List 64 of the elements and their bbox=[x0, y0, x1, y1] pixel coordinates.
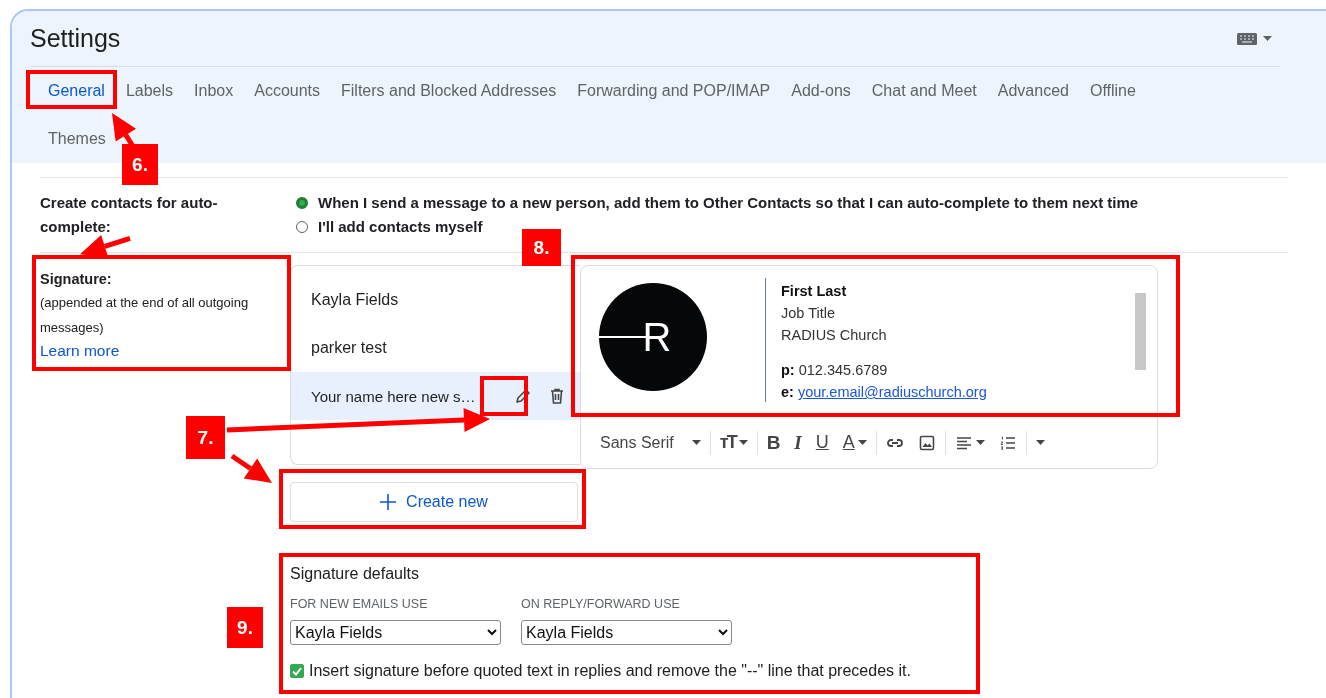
setting-label: Create contacts for auto-complete: bbox=[40, 193, 219, 237]
italic-button[interactable]: I bbox=[787, 424, 809, 461]
keyboard-icon[interactable] bbox=[1237, 32, 1257, 45]
settings-tab[interactable]: Forwarding and POP/IMAP bbox=[567, 67, 781, 115]
window-title: Settings bbox=[30, 24, 122, 53]
email-link[interactable]: your.email@radiuschurch.org bbox=[797, 384, 987, 400]
signature-editor[interactable]: R First Last Job Title RADIUS Church p: 012.345.6789 e: your.email@radiuschurch.org Sans Serif тT B I U A bbox=[580, 265, 1158, 469]
signature-select[interactable]: Kayla Fields bbox=[290, 620, 501, 645]
caret-icon bbox=[1035, 440, 1045, 445]
step-label: 8. bbox=[522, 229, 561, 266]
arrow bbox=[80, 234, 131, 258]
settings-tab[interactable]: Labels bbox=[115, 67, 184, 115]
settings-tab[interactable]: Inbox bbox=[184, 67, 244, 115]
radio-button[interactable] bbox=[296, 221, 308, 233]
organization-name: RADIUS Church bbox=[781, 326, 888, 345]
step-label: 6. bbox=[122, 144, 158, 185]
trash-icon[interactable] bbox=[548, 387, 566, 405]
signature-item[interactable]: Kayla Fields bbox=[291, 276, 580, 324]
text-color-button[interactable]: A bbox=[835, 424, 874, 461]
logo: R bbox=[599, 283, 707, 391]
learn-more-link[interactable]: Learn more bbox=[40, 340, 120, 362]
setting-label: Signature: bbox=[40, 270, 113, 289]
caret-icon bbox=[857, 440, 867, 445]
settings-tab[interactable]: Themes bbox=[38, 115, 116, 163]
settings-tab[interactable]: Advanced bbox=[987, 67, 1079, 115]
caret-icon bbox=[975, 440, 985, 445]
checkbox-label: Insert signature before quoted text in replies and remove the "--" line that precedes it. bbox=[309, 662, 911, 680]
caret-icon bbox=[691, 440, 701, 445]
scrollbar[interactable] bbox=[1135, 293, 1146, 370]
settings-tab[interactable]: Add-ons bbox=[781, 67, 861, 115]
settings-tab[interactable]: Accounts bbox=[244, 67, 331, 115]
checkbox[interactable] bbox=[290, 664, 304, 678]
setting-note: (appended at the end of all outgoing messages) bbox=[40, 294, 250, 337]
underline-button[interactable]: U bbox=[808, 424, 836, 461]
image-icon bbox=[917, 433, 936, 452]
radio-label: I'll add contacts myself bbox=[318, 217, 483, 237]
radio-label: When I send a message to a new person, add them to Other Contacts so that I can auto-complete to them next time bbox=[318, 193, 1139, 213]
text-size-button[interactable]: тT bbox=[712, 424, 755, 461]
settings-tab[interactable]: General bbox=[38, 67, 115, 115]
signature-name: First Last bbox=[781, 282, 848, 301]
settings-tab[interactable]: Offline bbox=[1079, 67, 1146, 115]
signature-item[interactable]: Your name here new s… bbox=[291, 372, 580, 420]
step-label: 9. bbox=[227, 607, 263, 648]
arrow bbox=[230, 453, 272, 483]
phone-line: p: 012.345.6789 bbox=[781, 361, 889, 380]
highlight-frame bbox=[480, 376, 528, 416]
settings-tab[interactable]: Filters and Blocked Addresses bbox=[331, 67, 567, 115]
step-label: 7. bbox=[186, 416, 225, 459]
bold-button[interactable]: B bbox=[759, 424, 788, 461]
section-title: Signature defaults bbox=[290, 564, 420, 584]
email-label: e: bbox=[781, 384, 794, 400]
font-dropdown[interactable]: Sans Serif bbox=[593, 424, 708, 461]
settings-tab[interactable]: Chat and Meet bbox=[861, 67, 987, 115]
radio-button[interactable] bbox=[296, 197, 308, 209]
caret-icon[interactable] bbox=[1263, 36, 1272, 41]
list-icon bbox=[998, 433, 1017, 452]
create-new-button[interactable]: Create new bbox=[290, 482, 578, 522]
signature-select[interactable]: Kayla Fields bbox=[521, 620, 732, 645]
plus-icon bbox=[380, 494, 397, 510]
signature-item[interactable]: parker test bbox=[291, 324, 580, 372]
field-label: FOR NEW EMAILS USE bbox=[290, 597, 429, 611]
caret-icon bbox=[738, 440, 748, 445]
field-label: ON REPLY/FORWARD USE bbox=[521, 597, 681, 611]
job-title: Job Title bbox=[781, 304, 836, 323]
